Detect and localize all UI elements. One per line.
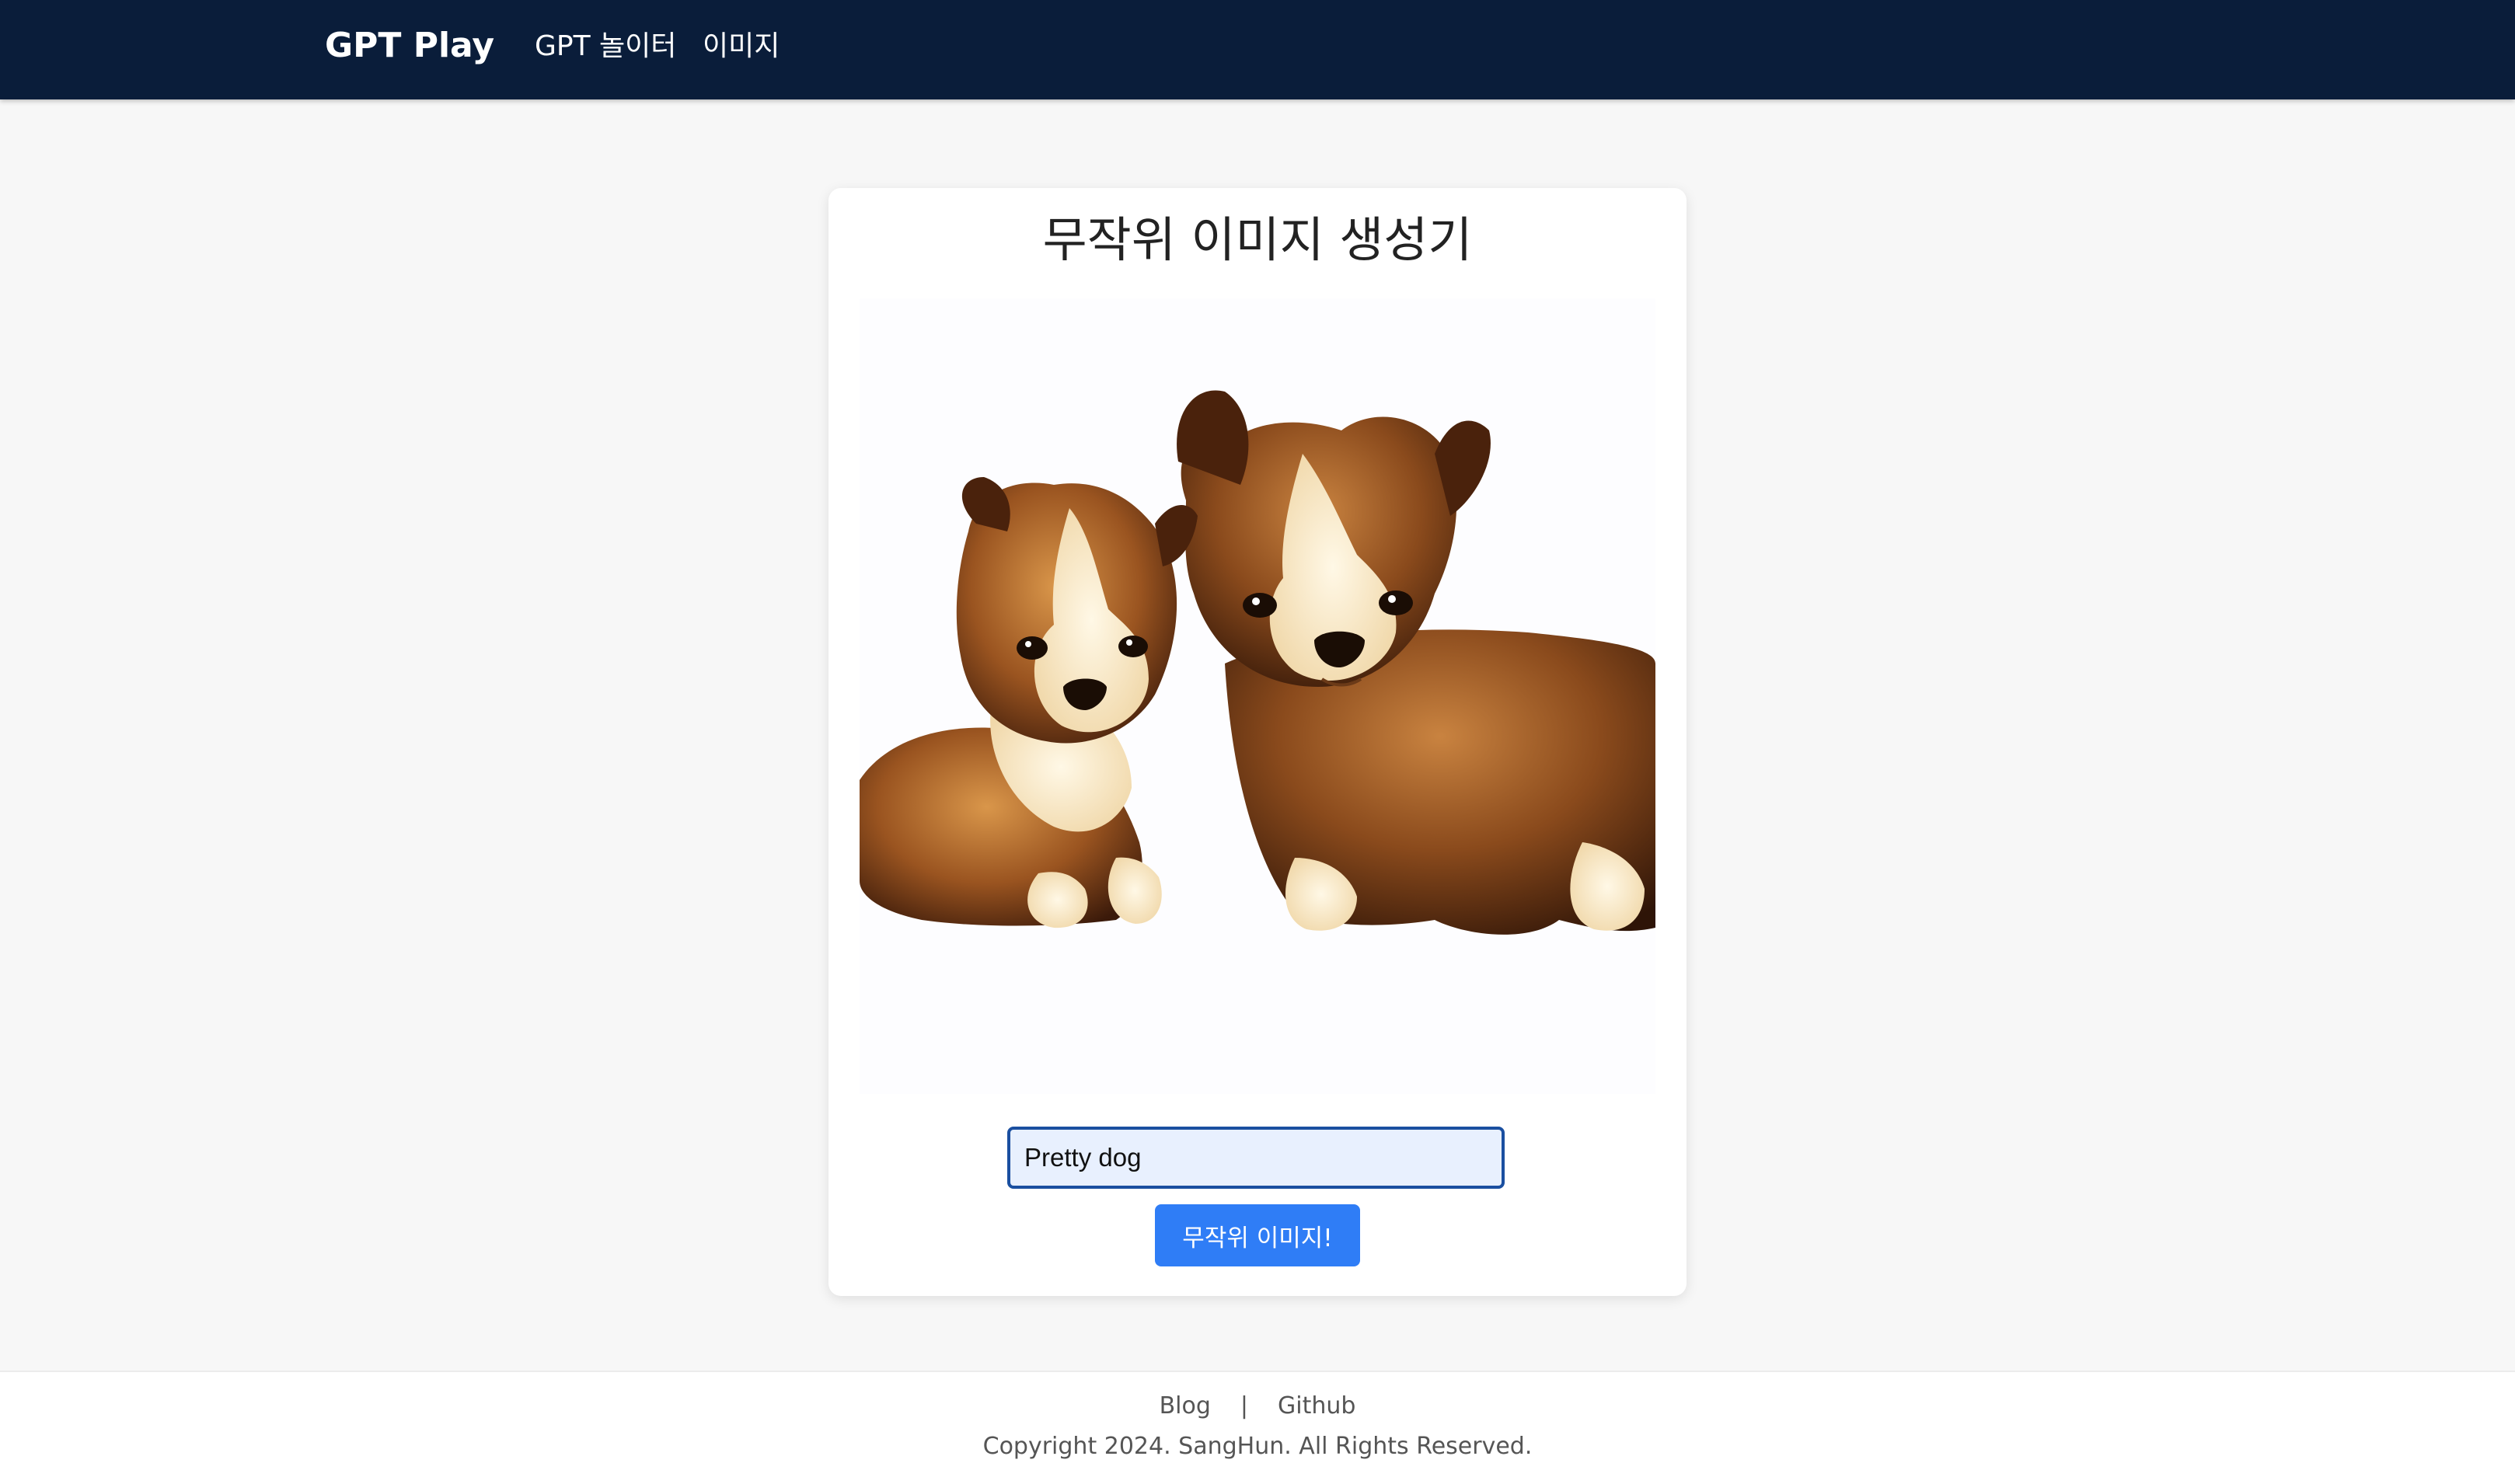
prompt-input[interactable] xyxy=(1007,1127,1505,1189)
footer-links: Blog | Github xyxy=(0,1391,2515,1422)
footer-separator: | xyxy=(1240,1392,1248,1420)
image-generator-card: 무작위 이미지 생성기 Pretty dog 무작위 이미지! xyxy=(828,188,1687,1296)
footer-link-github[interactable]: Github xyxy=(1278,1392,1355,1420)
page-footer: Blog | Github Copyright 2024. SangHun. All… xyxy=(0,1371,2515,1484)
top-navbar: GPT Play GPT 놀이터 이미지 xyxy=(0,0,2515,99)
copyright-text: Copyright 2024. SangHun. All Rights Rese… xyxy=(982,1433,1533,1460)
generated-image xyxy=(860,298,1655,1094)
generate-image-button[interactable]: 무작위 이미지! xyxy=(1155,1204,1360,1266)
page-title: 무작위 이미지 생성기 xyxy=(1042,211,1473,268)
nav-link-images[interactable]: 이미지 xyxy=(703,25,780,68)
footer-link-blog[interactable]: Blog xyxy=(1160,1392,1211,1420)
brand-logo-link[interactable]: GPT Play xyxy=(325,23,494,68)
nav-link-gpt-playground[interactable]: GPT 놀이터 xyxy=(535,25,676,68)
